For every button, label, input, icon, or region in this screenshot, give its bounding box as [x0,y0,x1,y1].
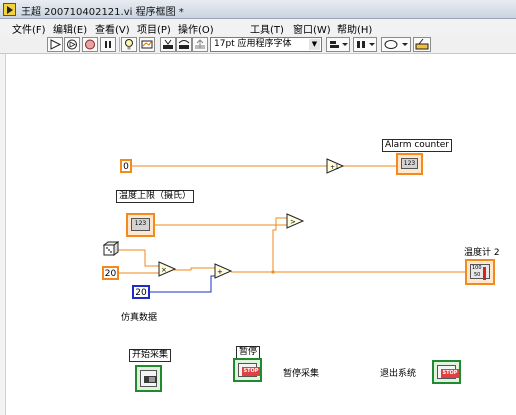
constant-twenty-integer[interactable]: 20 [132,285,150,299]
thermometer-level-bar [483,267,486,280]
start-collect-label: 开始采集 [129,349,172,362]
wire-junction [271,270,275,274]
add-node: + [214,263,233,279]
thermometer-indicator[interactable]: 100 50 [465,259,495,285]
exit-stop-button-terminal[interactable]: STOP [432,360,461,384]
wire-dice-to-multiply [118,249,160,267]
toggle-switch-icon [144,376,157,383]
alarm-counter-indicator[interactable]: 123 [396,153,423,175]
numeric-type-text: 123 [403,160,416,167]
stop-button-face: STOP [441,369,459,378]
temp-upper-limit-label: 温度上限（摄氏） [116,190,195,203]
pause-button-terminal[interactable]: STOP [233,358,262,382]
temp-upper-limit-control[interactable]: 123 [126,213,155,237]
multiply-label: × [161,266,167,274]
increment-label: +1 [330,164,339,171]
thermometer-label: 温度计 2 [464,248,500,258]
multiply-node: × [158,261,177,277]
exit-system-label: 退出系统 [380,369,417,379]
sim-data-label: 仿真数据 [121,313,158,323]
constant-zero[interactable]: 0 [120,159,132,173]
increment-node: +1 [326,158,345,174]
stop-button-face: STOP [242,367,260,376]
add-label: + [217,268,223,276]
pause-collect-label: 暂停采集 [283,369,320,379]
alarm-counter-label: Alarm counter [382,139,452,152]
start-collect-button-terminal[interactable] [135,365,162,392]
greater-label: > [290,218,296,226]
wire-multiply-to-add [174,267,216,271]
thermometer-scale-top: 100 [472,265,482,271]
wire-int-twenty-to-add [150,275,216,293]
wire-branch-to-greater [272,217,287,272]
constant-twenty-double[interactable]: 20 [102,266,119,280]
dice-icon[interactable] [102,241,120,257]
thermometer-scale-mid: 50 [474,272,481,278]
greater-node: > [286,213,305,229]
numeric-type-text: 123 [134,220,147,227]
